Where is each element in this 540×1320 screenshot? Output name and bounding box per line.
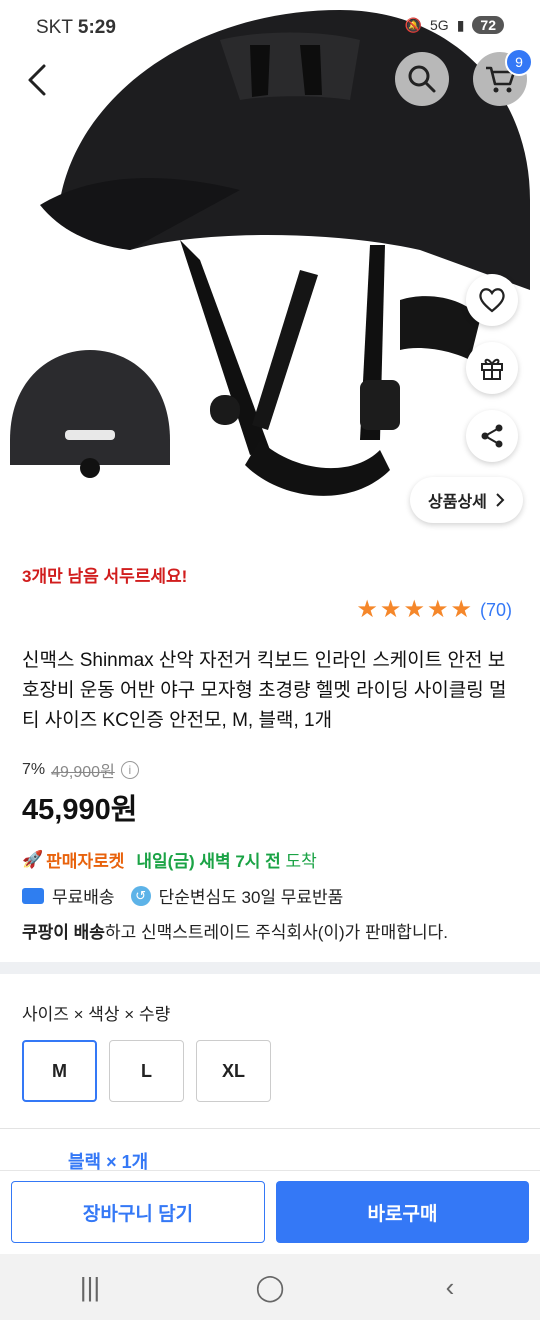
share-button[interactable] [466,410,518,462]
price-block: 7% 49,900원 i 45,990원 [22,758,139,828]
arrival-suffix: 도착 [285,852,317,871]
seller-bold: 쿠팡이 배송 [22,923,105,942]
rocket-label: 판매자로켓 [46,852,125,871]
bottom-action-bar: 장바구니 담기 바로구매 [0,1170,540,1254]
rocket-badge: 🚀 판매자로켓 [22,847,124,872]
star-icon: ★ [356,596,378,623]
cart-count-badge: 9 [505,48,533,76]
gift-icon [481,358,503,380]
star-icon: ★ [403,596,425,623]
size-option-l[interactable]: L [109,1040,184,1102]
product-detail-button[interactable]: 상품상세 [410,477,523,523]
size-option-m[interactable]: M [22,1040,97,1102]
star-icon: ★ [379,596,402,623]
delivery-row: 🚀 판매자로켓 내일(금) 새벽 7시 전 도착 [22,847,317,872]
clock: 5:29 [77,17,116,38]
discount-row: 7% 49,900원 i [22,758,139,782]
product-detail-label: 상품상세 [428,494,487,511]
star-icon: ★ [426,596,449,623]
back-nav-icon[interactable]: ‹ [420,1272,480,1303]
info-icon[interactable]: i [120,761,139,779]
status-time: SKT 5:29 [36,17,116,39]
carrier-label: SKT [36,17,73,38]
review-count[interactable]: (70) [480,600,512,621]
product-image-area[interactable]: 9 상품상세 [0,0,540,550]
search-icon [408,65,436,93]
share-icon [481,424,503,448]
free-shipping-label: 무료배송 [52,888,115,907]
chevron-right-icon [496,493,505,507]
sale-price: 45,990원 [22,794,138,826]
status-icons: 🔕 5G ▮ 72 [405,16,504,34]
arrival-time: 내일(금) 새벽 7시 전 [136,852,281,871]
heart-icon [479,288,505,313]
star-icon: ★ [450,596,472,623]
back-button[interactable] [18,60,58,100]
option-label: 사이즈 × 색상 × 수량 [22,1005,171,1024]
free-return-label: 단순변심도 30일 무료반품 [158,888,344,907]
truck-icon [22,887,44,904]
discount-percent: 7% [22,761,46,778]
system-nav-bar: ||| ◯ ‹ [0,1254,540,1320]
signal-icon: ▮ [456,16,465,33]
shipping-row: 무료배송 ↺ 단순변심도 30일 무료반품 [22,883,343,908]
mute-icon: 🔕 [404,16,423,33]
size-option-xl[interactable]: XL [196,1040,271,1102]
back-arrow-icon [28,64,46,96]
arrival-info: 내일(금) 새벽 7시 전 도착 [136,847,316,872]
home-icon[interactable]: ◯ [240,1272,300,1303]
product-title: 신맥스 Shinmax 산악 자전거 킥보드 인라인 스케이트 안전 보호장비 … [22,650,507,731]
gift-button[interactable] [466,342,518,394]
seller-rest: 하고 신맥스트레이드 주식회사(이)가 판매합니다. [104,923,448,942]
divider [0,1128,540,1129]
rating[interactable]: ★ ★ ★ ★ ★ (70) [356,598,512,622]
status-bar: SKT 5:29 🔕 5G ▮ 72 [0,0,540,56]
seller-info: 쿠팡이 배송하고 신맥스트레이드 주식회사(이)가 판매합니다. [22,918,448,943]
stock-warning: 3개만 남음 서두르세요! [22,567,188,586]
buy-now-button[interactable]: 바로구매 [276,1181,529,1243]
original-price: 49,900원 [51,764,115,781]
size-options: M L XL [22,1040,271,1102]
helmet-image [10,10,530,496]
wishlist-button[interactable] [466,274,518,326]
rocket-icon: 🚀 [22,849,44,869]
recent-apps-icon[interactable]: ||| [60,1272,120,1303]
battery-indicator: 72 [472,16,504,34]
network-label: 5G [430,17,449,33]
search-button[interactable] [395,52,449,106]
add-to-cart-button[interactable]: 장바구니 담기 [11,1181,265,1243]
cart-button[interactable]: 9 [473,48,533,106]
section-divider [0,962,540,974]
return-icon: ↺ [130,885,151,906]
